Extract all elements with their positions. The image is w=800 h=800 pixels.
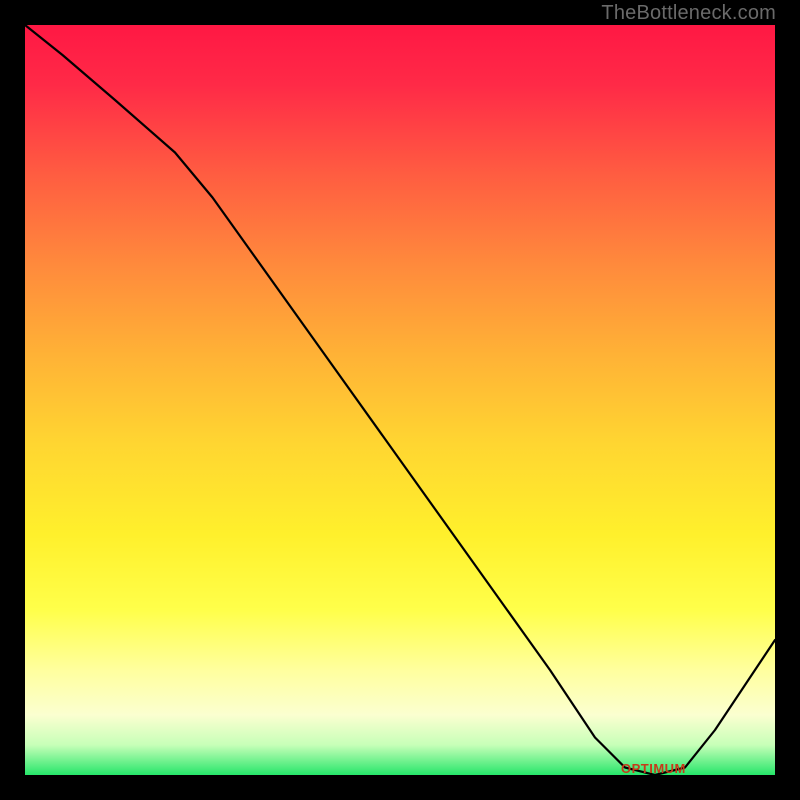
attribution-text: TheBottleneck.com <box>601 2 776 25</box>
chart-stage: OPTIMUM TheBottleneck.com <box>0 0 800 800</box>
optimum-label: OPTIMUM <box>621 761 686 776</box>
chart-line-layer <box>25 25 775 775</box>
bottleneck-curve <box>25 25 775 775</box>
